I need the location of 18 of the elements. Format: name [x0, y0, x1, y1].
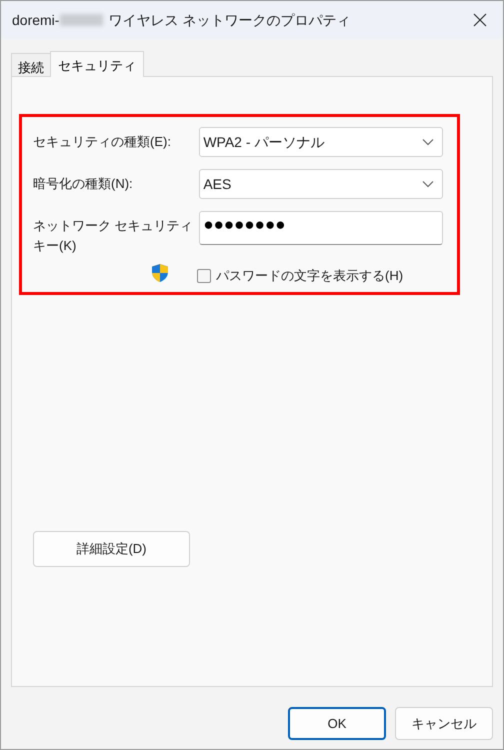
- dropdown-field[interactable]: WPA2 - パーソナル: [199, 127, 443, 157]
- dialog-button[interactable]: キャンセル: [395, 707, 493, 740]
- tab[interactable]: 接続: [11, 53, 50, 76]
- chevron-down-icon: [422, 138, 434, 146]
- dropdown-field[interactable]: AES: [199, 169, 443, 199]
- field-label: ネットワーク セキュリティキー(K): [33, 217, 194, 255]
- dialog-button[interactable]: OK: [288, 707, 386, 740]
- tab[interactable]: セキュリティ: [50, 51, 144, 77]
- advanced-settings-button[interactable]: 詳細設定(D): [33, 531, 190, 567]
- field-label: 暗号化の種類(N):: [33, 175, 134, 193]
- checkbox[interactable]: [197, 268, 211, 283]
- shield-icon: [151, 262, 169, 283]
- chevron-down-icon: [422, 180, 434, 188]
- window-title: doremi- ワイヤレス ネットワークのプロパティ: [12, 10, 350, 30]
- checkbox-label: パスワードの文字を表示する(H): [216, 267, 404, 285]
- field-label: セキュリティの種類(E):: [33, 133, 172, 151]
- close-icon[interactable]: [473, 13, 487, 27]
- password-field[interactable]: ●●●●●●●●: [199, 211, 443, 245]
